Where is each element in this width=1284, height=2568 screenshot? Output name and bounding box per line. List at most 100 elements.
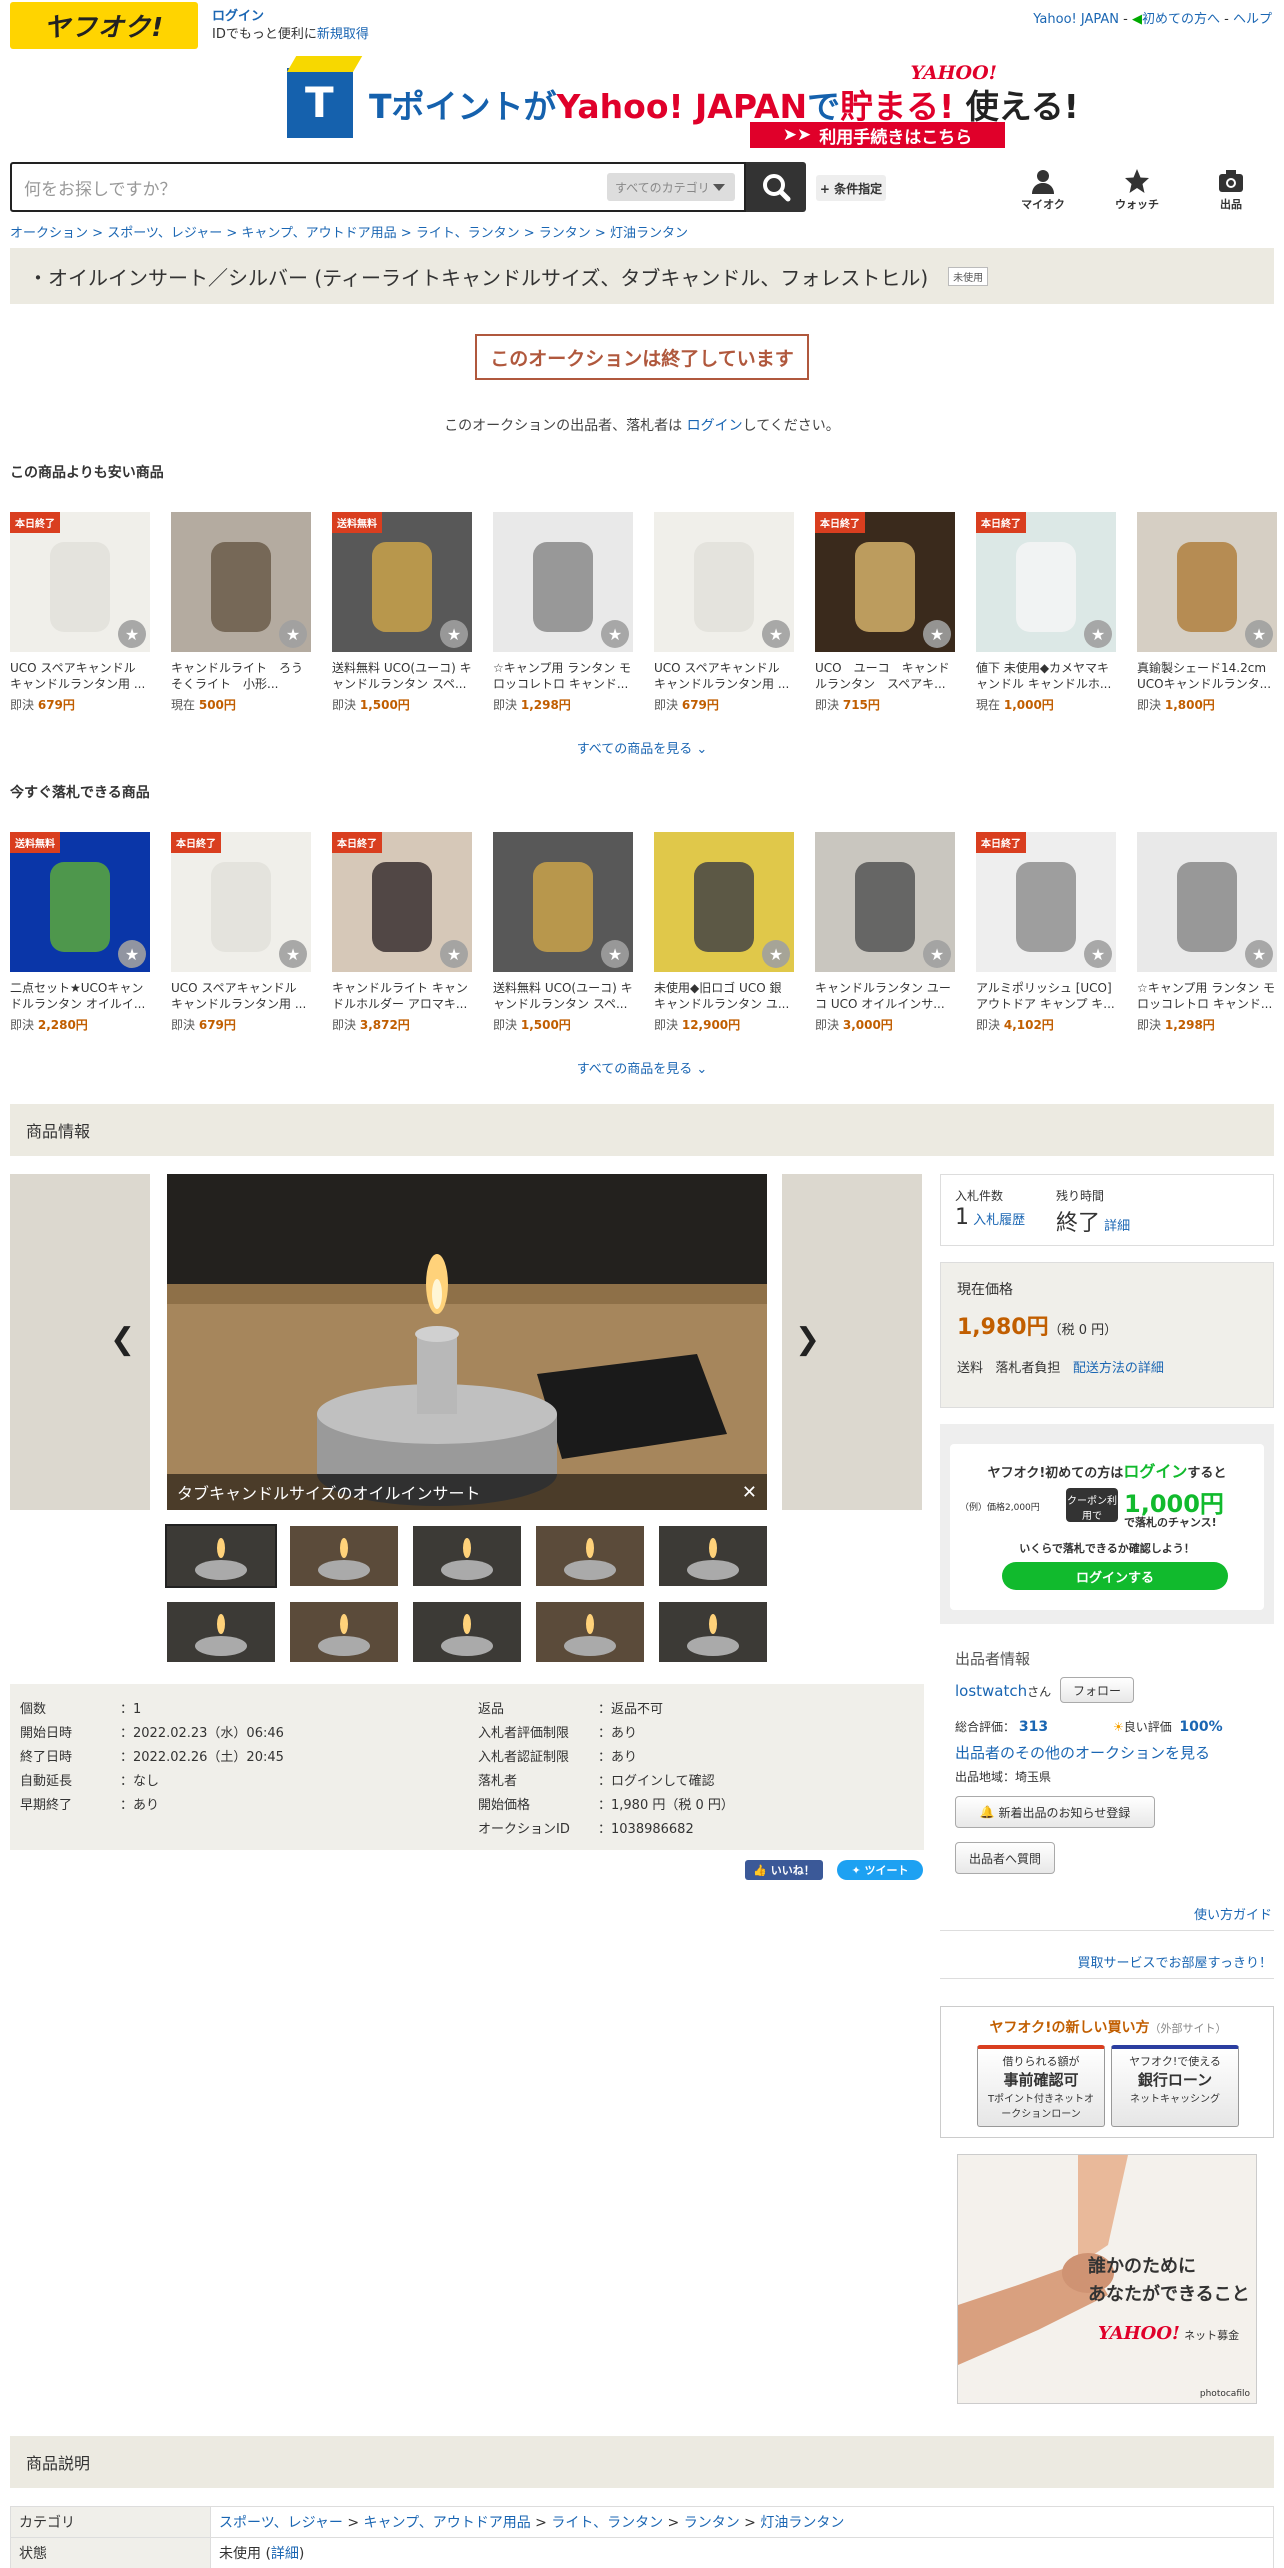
product-name[interactable]: 未使用◆旧ロゴ UCO 銀 キャンドルランタン ユ... (654, 980, 794, 1012)
spec-key[interactable]: 自動延長 (20, 1770, 120, 1794)
ask-seller-button[interactable]: 出品者へ質問 (955, 1842, 1055, 1874)
donation-ad[interactable]: 誰かのために あなたができること YAHOO! ネット募金 photocafilo (957, 2154, 1257, 2404)
watch-star-icon[interactable]: ★ (118, 620, 146, 648)
close-icon[interactable]: ✕ (742, 1482, 757, 1503)
product-card[interactable]: ★ ☆キャンプ用 ランタン モロッコレトロ キャンド... 即決 1,298円 (1137, 832, 1277, 1033)
product-name[interactable]: 二点セット★UCOキャンドルランタン オイルイ... (10, 980, 150, 1012)
product-card[interactable]: 本日終了 ★ UCO スペアキャンドル キャンドルランタン用 ... 即決 679円 (10, 512, 150, 713)
condition-button[interactable]: + 条件指定 (816, 175, 886, 201)
product-card[interactable]: 本日終了 ★ UCO スペアキャンドル キャンドルランタン用 ... 即決 679円 (171, 832, 311, 1033)
product-card[interactable]: 本日終了 ★ UCO ユーコ キャンドルランタン スペアキ... 即決 715円 (815, 512, 955, 713)
state-detail-link[interactable]: 詳細 (271, 2546, 299, 2562)
product-image[interactable]: 本日終了 ★ (976, 512, 1116, 652)
watch-star-icon[interactable]: ★ (440, 940, 468, 968)
product-name[interactable]: ☆キャンプ用 ランタン モロッコレトロ キャンド... (1137, 980, 1277, 1012)
beginner-link[interactable]: 初めての方へ (1142, 12, 1220, 27)
buyer-service-link[interactable]: 買取サービスでお部屋すっきり！ (1078, 1956, 1272, 1971)
product-image[interactable]: ★ (171, 512, 311, 652)
product-image[interactable]: ★ (654, 512, 794, 652)
facebook-like-button[interactable]: 👍 いいね！ (745, 1860, 823, 1880)
thumbnail[interactable] (290, 1602, 398, 1662)
watch-star-icon[interactable]: ★ (1245, 940, 1273, 968)
product-image[interactable]: 本日終了 ★ (10, 512, 150, 652)
next-arrow-icon[interactable]: ❯ (795, 1322, 820, 1357)
thumbnail[interactable] (167, 1602, 275, 1662)
product-name[interactable]: アルミポリッシュ [UCO] アウトドア キャンプ キ... (976, 980, 1116, 1012)
watch-star-icon[interactable]: ★ (440, 620, 468, 648)
main-product-image[interactable] (167, 1174, 767, 1510)
watch-star-icon[interactable]: ★ (1245, 620, 1273, 648)
follow-button[interactable]: フォロー (1060, 1677, 1134, 1703)
promo-login-button[interactable]: ログインする (1002, 1562, 1228, 1590)
guide-link[interactable]: 使い方ガイド (1194, 1908, 1272, 1923)
product-card[interactable]: ★ ☆キャンプ用 ランタン モロッコレトロ キャンド... 即決 1,298円 (493, 512, 633, 713)
thumbnail[interactable] (536, 1526, 644, 1586)
seller-other-auctions-link[interactable]: 出品者のその他のオークションを見る (955, 1744, 1210, 1762)
thumbnail[interactable] (413, 1602, 521, 1662)
search-button[interactable] (746, 162, 806, 212)
product-image[interactable]: ★ (1137, 832, 1277, 972)
product-image[interactable]: 本日終了 ★ (976, 832, 1116, 972)
product-name[interactable]: UCO ユーコ キャンドルランタン スペアキ... (815, 660, 955, 692)
product-image[interactable]: 送料無料 ★ (332, 512, 472, 652)
product-card[interactable]: ★ UCO スペアキャンドル キャンドルランタン用 ... 即決 679円 (654, 512, 794, 713)
register-link[interactable]: 新規取得 (317, 27, 369, 42)
breadcrumb-item[interactable]: ライト、ランタン (416, 226, 520, 241)
product-name[interactable]: 値下 未使用◆カメヤマキャンドル キャンドルホ... (976, 660, 1116, 692)
product-card[interactable]: 本日終了 ★ キャンドルライト キャンドルホルダー アロマキ... 即決 3,872円 (332, 832, 472, 1033)
breadcrumb-item[interactable]: ランタン (539, 226, 591, 241)
category-link[interactable]: 灯油ランタン (760, 2515, 844, 2531)
product-name[interactable]: 真鍮製シェード14.2cm UCOキャンドルランタ... (1137, 660, 1277, 692)
category-link[interactable]: ライト、ランタン (551, 2515, 663, 2531)
watch-star-icon[interactable]: ★ (1084, 940, 1112, 968)
watch-star-icon[interactable]: ★ (279, 620, 307, 648)
yahuoku-logo[interactable]: ヤフオク! (10, 2, 198, 49)
bid-history-link[interactable]: 入札履歴 (973, 1213, 1025, 1228)
product-name[interactable]: UCO スペアキャンドル キャンドルランタン用 ... (654, 660, 794, 692)
breadcrumb-item[interactable]: スポーツ、レジャー (107, 226, 222, 241)
category-link[interactable]: スポーツ、レジャー (219, 2515, 343, 2531)
sell-button[interactable]: 出品 (1201, 168, 1261, 212)
spec-key[interactable]: 入札者評価制限 (478, 1722, 598, 1746)
product-name[interactable]: キャンドルライト キャンドルホルダー アロマキ... (332, 980, 472, 1012)
rating-link[interactable]: 313 (1019, 1719, 1048, 1735)
spec-value[interactable]: ：ログインして確認 (598, 1770, 715, 1794)
thumbnail[interactable] (290, 1526, 398, 1586)
yahoo-link[interactable]: Yahoo! JAPAN (1033, 12, 1119, 27)
shipping-detail-link[interactable]: 配送方法の詳細 (1073, 1361, 1164, 1376)
product-name[interactable]: UCO スペアキャンドル キャンドルランタン用 ... (10, 660, 150, 692)
new-listing-notify-button[interactable]: 🔔 新着出品のお知らせ登録 (955, 1796, 1155, 1828)
watch-star-icon[interactable]: ★ (279, 940, 307, 968)
breadcrumb-item[interactable]: 灯油ランタン (610, 226, 688, 241)
product-image[interactable]: ★ (815, 832, 955, 972)
watch-star-icon[interactable]: ★ (762, 620, 790, 648)
tweet-button[interactable]: ✦ ツイート (837, 1860, 923, 1880)
notice-login-link[interactable]: ログイン (687, 418, 743, 434)
product-card[interactable]: 送料無料 ★ 二点セット★UCOキャンドルランタン オイルイ... 即決 2,280円 (10, 832, 150, 1033)
thumbnail[interactable] (165, 1524, 277, 1588)
prev-arrow-icon[interactable]: ❮ (110, 1322, 135, 1357)
category-link[interactable]: ランタン (684, 2515, 740, 2531)
see-all-link[interactable]: すべての商品を見る ⌄ (0, 738, 1284, 757)
thumbnail[interactable] (659, 1526, 767, 1586)
watch-star-icon[interactable]: ★ (601, 940, 629, 968)
help-link[interactable]: ヘルプ (1233, 12, 1272, 27)
product-image[interactable]: 本日終了 ★ (332, 832, 472, 972)
watch-button[interactable]: ウォッチ (1107, 168, 1167, 212)
thumbnail[interactable] (659, 1602, 767, 1662)
product-image[interactable]: 本日終了 ★ (815, 512, 955, 652)
breadcrumb-item[interactable]: オークション (10, 226, 88, 241)
product-name[interactable]: UCO スペアキャンドル キャンドルランタン用 ... (171, 980, 311, 1012)
seller-name-link[interactable]: lostwatch (955, 1682, 1027, 1700)
product-name[interactable]: キャンドルランタン ユーコ UCO オイルインサ... (815, 980, 955, 1012)
category-link[interactable]: キャンプ、アウトドア用品 (364, 2515, 531, 2531)
watch-star-icon[interactable]: ★ (923, 940, 951, 968)
product-name[interactable]: ☆キャンプ用 ランタン モロッコレトロ キャンド... (493, 660, 633, 692)
category-select[interactable]: すべてのカテゴリ (607, 173, 735, 201)
product-image[interactable]: 本日終了 ★ (171, 832, 311, 972)
product-card[interactable]: ★ 真鍮製シェード14.2cm UCOキャンドルランタ... 即決 1,800円 (1137, 512, 1277, 713)
product-image[interactable]: ★ (493, 512, 633, 652)
loan-card-2[interactable]: ヤフオク!で使える 銀行ローン ネットキャッシング (1111, 2045, 1239, 2127)
spec-key[interactable]: 早期終了 (20, 1794, 120, 1818)
watch-star-icon[interactable]: ★ (762, 940, 790, 968)
